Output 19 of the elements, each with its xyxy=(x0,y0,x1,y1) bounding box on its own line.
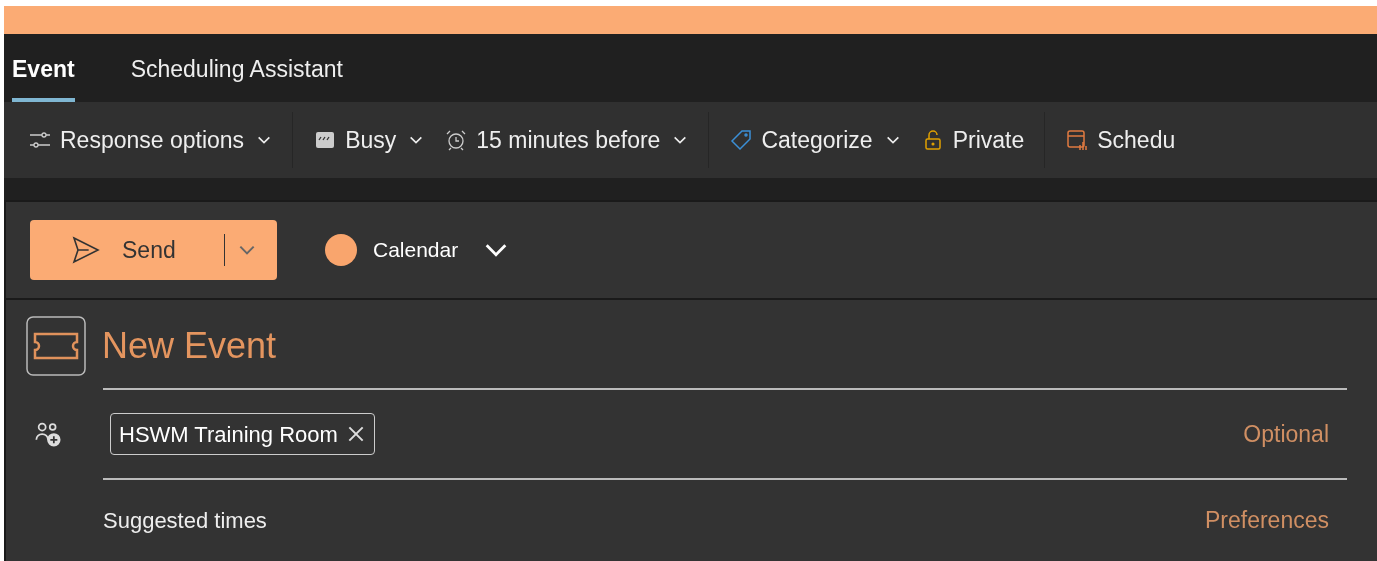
toolbar-button[interactable]: 15 minutes before xyxy=(444,122,689,158)
preferences-link[interactable]: Preferences xyxy=(1205,502,1329,538)
ticket-icon xyxy=(26,316,86,376)
toolbar-button[interactable]: Response options xyxy=(28,122,273,158)
calendar-chart-icon xyxy=(1065,128,1090,152)
send-button[interactable]: Send xyxy=(30,220,277,280)
tag-icon xyxy=(729,128,754,152)
toolbar-button[interactable]: Schedu xyxy=(1065,122,1176,158)
suggested-times-label: Suggested times xyxy=(103,506,267,535)
calendar-picker[interactable]: Calendar xyxy=(325,234,511,266)
attendee-chip[interactable]: HSWM Training Room xyxy=(110,413,375,455)
send-icon xyxy=(70,234,102,266)
optional-link[interactable]: Optional xyxy=(1243,416,1329,452)
toolbar-button[interactable]: Categorize xyxy=(729,122,901,158)
tab[interactable]: Scheduling Assistant xyxy=(130,51,343,102)
toolbar-button[interactable]: Private xyxy=(920,122,1025,158)
event-title-field[interactable]: New Event xyxy=(102,319,277,373)
add-people-icon xyxy=(34,420,62,448)
toolbar-button[interactable]: Busy xyxy=(313,122,425,158)
